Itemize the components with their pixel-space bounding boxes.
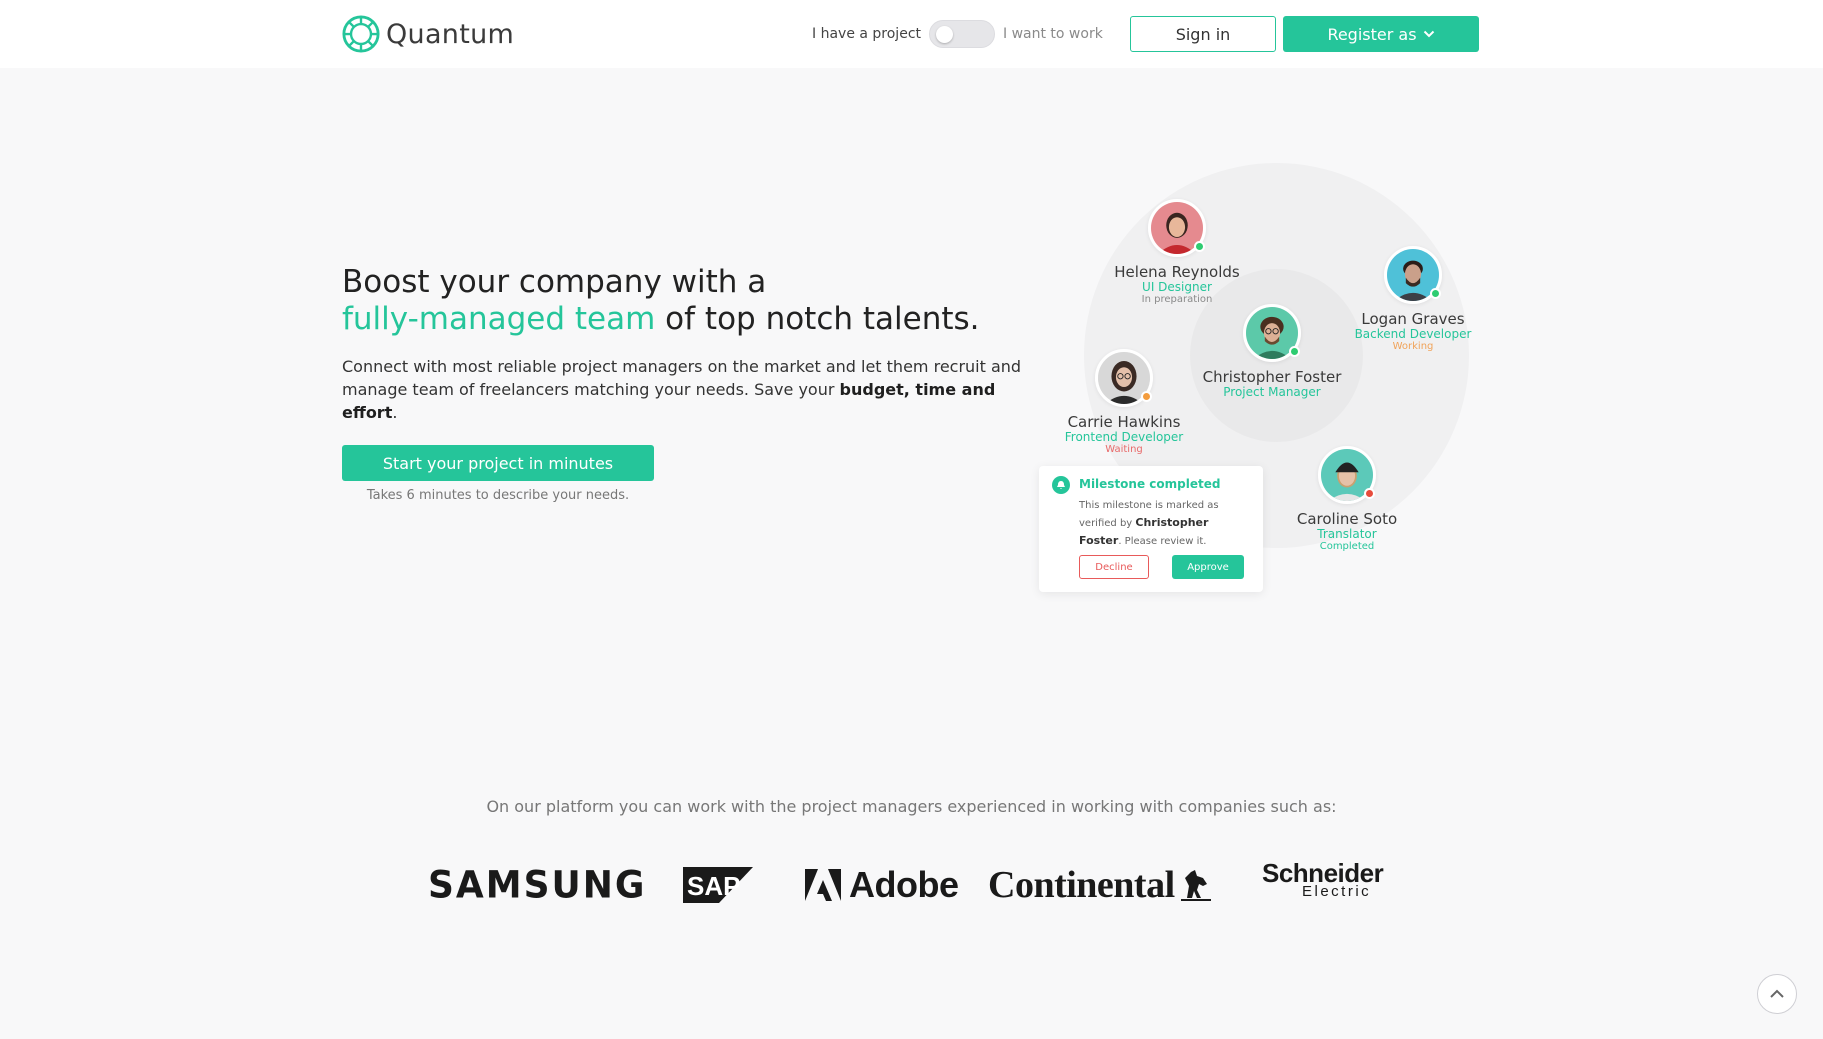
team-member-card: Carrie Hawkins Frontend Developer Waitin… [1029,349,1219,456]
sap-logo-text: SAP [687,871,740,901]
approve-button[interactable]: Approve [1172,555,1244,579]
team-member-card: Helena Reynolds UI Designer In preparati… [1082,199,1272,306]
member-state: Completed [1319,541,1375,552]
role-toggle-switch[interactable] [929,20,995,48]
bell-icon [1052,476,1070,494]
scroll-to-top-button[interactable] [1757,974,1797,1014]
member-role: UI Designer [1142,280,1212,294]
member-name: Carrie Hawkins [1067,413,1181,431]
hero-title-part2: of top notch talents. [655,301,980,337]
role-toggle-group: I have a project I want to work [812,20,1103,48]
member-state: Waiting [1105,444,1143,455]
adobe-logo-text: Adobe [849,864,959,905]
chevron-up-icon [1770,989,1784,998]
avatar [1095,349,1153,407]
toggle-knob [936,26,953,43]
hero-desc-end: . [392,403,398,422]
status-dot [1194,241,1205,252]
top-navbar: Quantum I have a project I want to work … [0,0,1823,68]
schneider-electric-logo: Schneider Electric [1262,860,1384,910]
avatar [1148,199,1206,257]
hero-title-accent: fully-managed team [342,301,656,337]
register-as-button[interactable]: Register as [1283,16,1479,52]
avatar [1243,304,1301,362]
sign-in-button[interactable]: Sign in [1130,16,1276,52]
member-role: Frontend Developer [1064,430,1184,444]
continental-logo-text: Continental [988,864,1175,906]
toggle-label-project: I have a project [812,26,921,42]
sap-logo: SAP [683,860,753,910]
horse-icon [1180,870,1211,901]
status-dot [1141,391,1152,402]
continental-logo: Continental [988,860,1211,910]
status-dot [1364,488,1375,499]
brand-logo[interactable]: Quantum [342,15,514,53]
brand-name: Quantum [386,18,515,50]
companies-intro: On our platform you can work with the pr… [486,797,1337,816]
member-name: Caroline Soto [1296,510,1398,528]
electric-logo-text: Electric [1302,883,1372,900]
avatar [1384,246,1442,304]
avatar [1318,446,1376,504]
cta-note: Takes 6 minutes to describe your needs. [366,488,630,503]
notification-title: Milestone completed [1079,477,1221,491]
decline-button[interactable]: Decline [1079,555,1149,579]
member-role: Translator [1317,527,1377,541]
quantum-logo-icon [342,15,380,53]
notification-text: This milestone is marked as verified by … [1079,497,1251,550]
hero-title: Boost your company with a fully-managed … [342,264,1062,338]
status-dot [1289,346,1300,357]
status-dot [1430,288,1441,299]
member-name: Helena Reynolds [1114,263,1240,281]
start-project-button[interactable]: Start your project in minutes [342,445,654,481]
adobe-icon [805,869,841,901]
chevron-down-icon [1423,30,1434,38]
milestone-notification-card: Milestone completed This milestone is ma… [1039,466,1263,592]
toggle-label-work: I want to work [1003,26,1103,42]
hero-title-part1: Boost your company with a [342,264,767,300]
hero-description: Connect with most reliable project manag… [342,355,1022,424]
team-member-card: Caroline Soto Translator Completed [1252,446,1442,553]
register-label: Register as [1327,24,1417,44]
samsung-logo: SAMSUNG [428,863,647,907]
adobe-logo: Adobe [805,860,959,910]
notification-text-part2: . Please review it. [1118,536,1207,547]
